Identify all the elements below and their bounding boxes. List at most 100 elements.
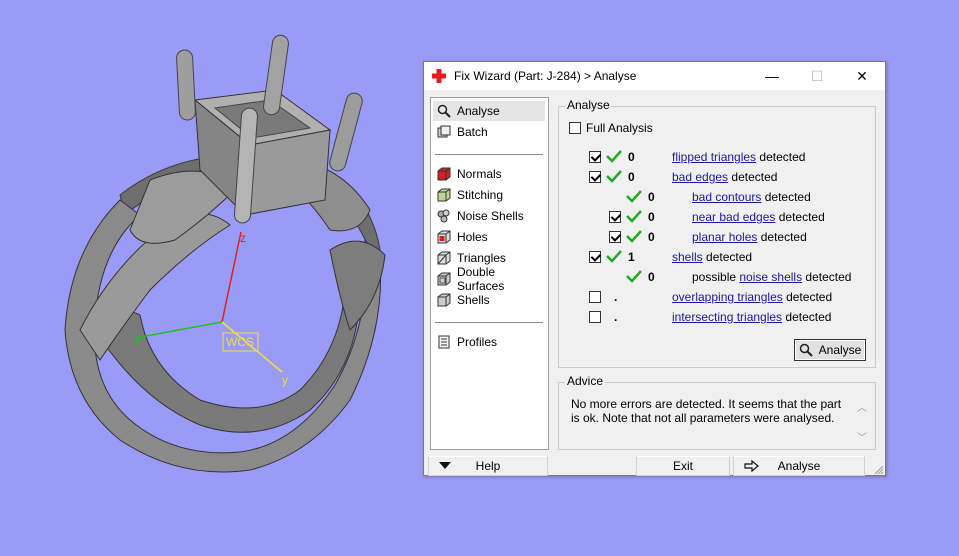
check-ok-icon <box>626 230 642 243</box>
exit-button[interactable]: Exit <box>636 456 730 476</box>
near-bad-edges-row: near bad edges detected <box>692 210 825 224</box>
advice-box[interactable]: No more errors are detected. It seems th… <box>567 395 873 447</box>
profiles-icon <box>438 335 450 349</box>
help-label: Help <box>475 459 501 473</box>
nav-label: Batch <box>457 125 488 139</box>
row-suffix: detected <box>802 270 852 284</box>
x-axis-label: x <box>134 334 140 348</box>
shells-row: shells detected <box>672 250 752 264</box>
window-title: Fix Wizard (Part: J-284) > Analyse <box>454 69 637 83</box>
nav-separator <box>435 154 543 155</box>
near-bad-edges-checkbox[interactable] <box>609 211 621 223</box>
triangle-down-icon <box>439 462 451 469</box>
check-ok-icon <box>606 250 622 263</box>
stitching-cube-icon <box>437 188 451 202</box>
overlapping-triangles-link[interactable]: overlapping triangles <box>672 290 783 304</box>
row-suffix: detected <box>782 310 832 324</box>
intersecting-triangles-checkbox[interactable] <box>589 311 601 323</box>
planar-holes-row: planar holes detected <box>692 230 807 244</box>
row-suffix: detected <box>757 230 807 244</box>
shells-cube-icon <box>437 293 451 307</box>
row-suffix: detected <box>775 210 825 224</box>
nav-separator <box>435 322 543 323</box>
arrow-right-icon <box>744 460 759 472</box>
help-button[interactable]: Help <box>428 456 548 476</box>
scroll-down-icon[interactable]: ﹀ <box>857 429 867 444</box>
noise-shells-icon <box>437 209 450 223</box>
intersecting-triangles-link[interactable]: intersecting triangles <box>672 310 782 324</box>
double-surfaces-icon <box>437 272 451 286</box>
planar-holes-count: 0 <box>648 230 655 244</box>
red-cross-icon <box>432 69 446 83</box>
advice-text: No more errors are detected. It seems th… <box>571 397 842 425</box>
3d-viewport[interactable]: z x y WCS <box>0 0 420 556</box>
nav-item-holes[interactable]: Holes <box>433 227 545 247</box>
minimize-button[interactable]: — <box>749 62 795 90</box>
bad-contours-row: bad contours detected <box>692 190 811 204</box>
wcs-label: WCS <box>226 335 254 349</box>
bottom-bar: Help Exit Analyse <box>424 455 885 476</box>
nav-label: Holes <box>457 230 488 244</box>
shells-count: 1 <box>628 250 635 264</box>
magnifier-icon <box>437 104 451 118</box>
full-analysis-label: Full Analysis <box>586 121 653 135</box>
overlapping-triangles-count: . <box>614 290 618 304</box>
flipped-triangles-checkbox[interactable] <box>589 151 601 163</box>
analyse-next-button[interactable]: Analyse <box>733 456 865 476</box>
holes-cube-icon <box>437 230 451 244</box>
triangles-cube-icon <box>437 251 451 265</box>
nav-item-noise-shells[interactable]: Noise Shells <box>433 206 545 226</box>
overlapping-triangles-checkbox[interactable] <box>589 291 601 303</box>
shells-checkbox[interactable] <box>589 251 601 263</box>
scroll-up-icon[interactable]: ︿ <box>857 399 867 414</box>
near-bad-edges-link[interactable]: near bad edges <box>692 210 775 224</box>
bad-edges-checkbox[interactable] <box>589 171 601 183</box>
x-axis <box>134 321 223 339</box>
planar-holes-link[interactable]: planar holes <box>692 230 757 244</box>
bad-contours-link[interactable]: bad contours <box>692 190 761 204</box>
near-bad-edges-count: 0 <box>648 210 655 224</box>
ring-model[interactable]: z x y WCS <box>0 0 420 556</box>
flipped-triangles-row: flipped triangles detected <box>672 150 805 164</box>
planar-holes-checkbox[interactable] <box>609 231 621 243</box>
noise-shells-count: 0 <box>648 270 655 284</box>
nav-label: Noise Shells <box>457 209 524 223</box>
nav-label: Profiles <box>457 335 498 349</box>
analyse-group-legend: Analyse <box>565 98 612 112</box>
check-ok-icon <box>606 170 622 183</box>
flipped-triangles-count: 0 <box>628 150 635 164</box>
batch-icon <box>437 125 451 138</box>
flipped-triangles-link[interactable]: flipped triangles <box>672 150 756 164</box>
nav-item-normals[interactable]: Normals <box>433 164 545 184</box>
nav-item-double-surfaces[interactable]: Double Surfaces <box>433 265 545 293</box>
close-button[interactable]: ✕ <box>839 62 885 90</box>
nav-label: Stitching <box>457 188 504 202</box>
analyse-run-label: Analyse <box>818 343 862 357</box>
magnifier-icon <box>799 343 813 357</box>
maximize-button[interactable]: ☐ <box>794 62 840 90</box>
nav-item-shells[interactable]: Shells <box>433 290 545 310</box>
resize-grip-icon[interactable] <box>874 465 884 475</box>
shells-link[interactable]: shells <box>672 250 703 264</box>
fix-wizard-dialog: Fix Wizard (Part: J-284) > Analyse — ☐ ✕… <box>423 61 886 476</box>
bad-edges-link[interactable]: bad edges <box>672 170 728 184</box>
bad-edges-count: 0 <box>628 170 635 184</box>
intersecting-triangles-row: intersecting triangles detected <box>672 310 831 324</box>
check-ok-icon <box>626 190 642 203</box>
noise-shells-link[interactable]: noise shells <box>739 270 802 284</box>
full-analysis-checkbox[interactable] <box>569 122 581 134</box>
nav-item-profiles[interactable]: Profiles <box>433 332 545 352</box>
row-suffix: detected <box>756 150 806 164</box>
title-bar[interactable]: Fix Wizard (Part: J-284) > Analyse — ☐ ✕ <box>424 62 885 90</box>
analyse-run-button[interactable]: Analyse <box>794 339 866 361</box>
advice-group-legend: Advice <box>565 374 606 388</box>
nav-item-analyse[interactable]: Analyse <box>433 101 545 121</box>
row-suffix: detected <box>702 250 753 264</box>
row-prefix: possible <box>692 270 740 284</box>
nav-item-stitching[interactable]: Stitching <box>433 185 545 205</box>
intersecting-triangles-count: . <box>614 310 618 324</box>
nav-item-batch[interactable]: Batch <box>433 122 545 142</box>
z-axis-label: z <box>240 231 246 245</box>
bad-edges-row: bad edges detected <box>672 170 777 184</box>
nav-label: Normals <box>457 167 502 181</box>
